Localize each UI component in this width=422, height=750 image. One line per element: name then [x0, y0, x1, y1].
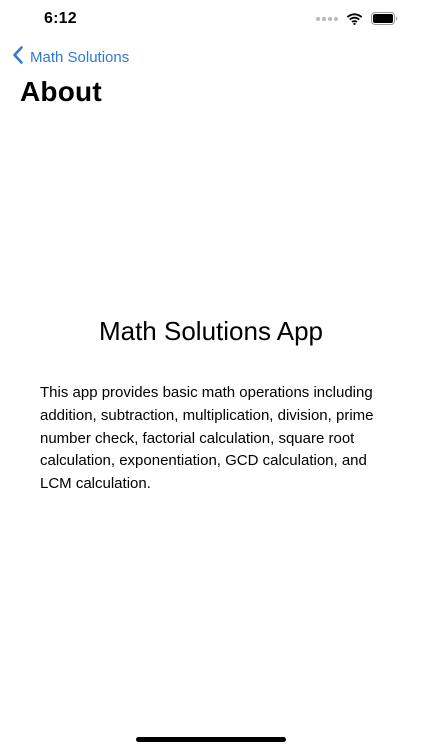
- status-indicators: [316, 12, 398, 25]
- back-button-label: Math Solutions: [30, 49, 130, 66]
- wifi-icon: [346, 12, 363, 25]
- app-name: Math Solutions App: [98, 316, 324, 346]
- status-time: 6:12: [44, 10, 77, 27]
- app-description: This app provides basic math operations …: [40, 384, 374, 493]
- about-content: Math Solutions App This app provides bas…: [0, 300, 422, 492]
- page-title: About: [20, 76, 102, 107]
- status-bar: 6:12: [0, 0, 422, 40]
- battery-icon: [371, 12, 398, 25]
- chevron-left-icon: [12, 45, 24, 70]
- back-button[interactable]: Math Solutions: [12, 45, 129, 70]
- signal-icon: [316, 16, 338, 21]
- home-indicator[interactable]: [136, 737, 286, 742]
